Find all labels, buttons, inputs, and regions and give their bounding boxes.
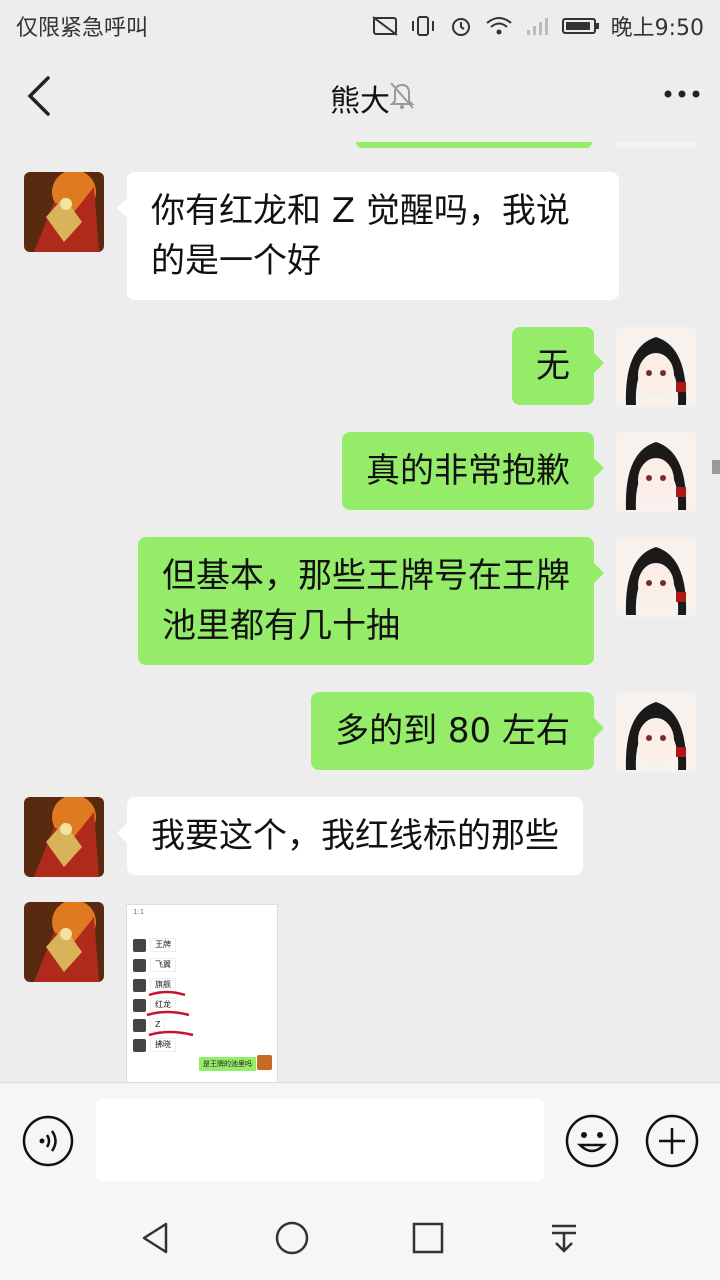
message-bubble[interactable]: 我要这个，我红线标的那些 — [117, 797, 583, 875]
no-sim-icon — [371, 16, 398, 36]
message-bubble[interactable]: 真的非常抱歉 — [342, 432, 604, 510]
chat-area[interactable]: 你有红龙和 Z 觉醒吗，我说 的是一个好 无 真的非常抱歉 但基本，那些王牌号在… — [0, 142, 720, 1082]
chat-title: 熊大 — [330, 84, 390, 119]
message-text-line: 但基本，那些王牌号在王牌 — [162, 556, 570, 596]
message-text: 无 — [536, 346, 570, 386]
mute-bell-icon — [389, 82, 415, 109]
plus-icon[interactable] — [644, 1113, 700, 1169]
previous-avatar-edge — [616, 142, 696, 148]
carrier-text: 仅限紧急呼叫 — [16, 16, 149, 41]
home-circle-icon[interactable] — [272, 1218, 312, 1258]
emoji-icon[interactable] — [564, 1113, 620, 1169]
more-icon[interactable] — [662, 84, 702, 104]
message-text: 多的到 80 左右 — [335, 711, 570, 751]
previous-message-edge — [356, 142, 592, 148]
input-bar — [0, 1082, 720, 1201]
scrollbar-thumb[interactable] — [712, 460, 720, 474]
friend-avatar[interactable] — [24, 902, 104, 982]
image-message[interactable]: 1:1 王牌 飞翼 旗舰 红龙 Z 拂晓 是王牌的池里吗 — [126, 904, 278, 1082]
message-text: 我要这个，我红线标的那些 — [151, 816, 559, 856]
recents-square-icon[interactable] — [408, 1218, 448, 1258]
notification-pull-icon[interactable] — [544, 1218, 584, 1258]
my-avatar[interactable] — [616, 692, 696, 772]
status-icons: 晚上9:50 — [371, 10, 704, 42]
wifi-icon — [485, 17, 512, 35]
my-avatar[interactable] — [616, 537, 696, 617]
my-avatar[interactable] — [616, 432, 696, 512]
message-bubble[interactable]: 你有红龙和 Z 觉醒吗，我说 的是一个好 — [117, 172, 619, 300]
friend-avatar[interactable] — [24, 797, 104, 877]
thumb-green-message: 是王牌的池里吗 — [199, 1057, 256, 1071]
message-text-line: 池里都有几十抽 — [162, 606, 400, 646]
message-bubble[interactable]: 无 — [512, 327, 604, 405]
message-text-line: 的是一个好 — [151, 241, 321, 281]
message-text-line: 你有红龙和 Z 觉醒吗，我说 — [151, 191, 570, 231]
message-bubble[interactable]: 但基本，那些王牌号在王牌 池里都有几十抽 — [138, 537, 604, 665]
status-bar: 仅限紧急呼叫 晚上9:50 — [0, 0, 720, 50]
thumb-avatar — [257, 1055, 272, 1070]
signal-icon — [526, 18, 548, 35]
friend-avatar[interactable] — [24, 172, 104, 252]
chat-header: 熊大 — [0, 50, 720, 142]
system-nav-bar — [0, 1200, 720, 1280]
message-input[interactable] — [96, 1099, 544, 1181]
battery-icon — [561, 18, 599, 34]
message-text: 真的非常抱歉 — [366, 451, 570, 491]
back-triangle-icon[interactable] — [136, 1218, 176, 1258]
alarm-icon — [451, 18, 470, 36]
voice-icon[interactable] — [22, 1115, 74, 1167]
message-bubble[interactable]: 多的到 80 左右 — [311, 692, 604, 770]
clock: 晚上9:50 — [610, 16, 704, 41]
red-underline-marks — [146, 990, 194, 1037]
my-avatar[interactable] — [616, 327, 696, 407]
vibrate-icon — [411, 16, 434, 36]
